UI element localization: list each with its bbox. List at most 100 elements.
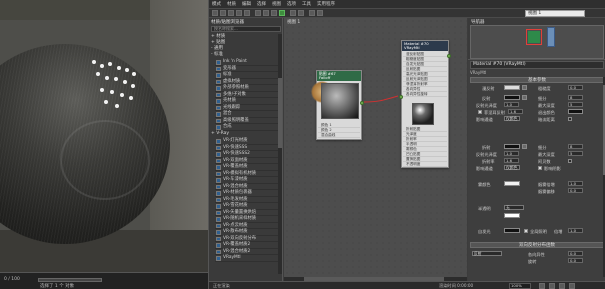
sphere-dot	[114, 77, 118, 81]
reflect-map-button[interactable]	[522, 95, 527, 100]
sphere-dot	[104, 100, 108, 104]
menu-material[interactable]: 材质	[227, 1, 236, 7]
dim-distance-checkbox[interactable]	[568, 117, 572, 121]
fresnel-checkbox[interactable]	[478, 110, 482, 114]
menu-select[interactable]: 选择	[257, 1, 266, 7]
fog-bias-spinner[interactable]: 0.0	[568, 188, 583, 193]
translucent-dropdown[interactable]: 无	[504, 205, 524, 210]
fog-color-swatch[interactable]	[504, 181, 520, 186]
hide-unused-icon[interactable]	[263, 10, 269, 16]
fog-color-label: 雾颜色	[478, 182, 491, 187]
material-map-navigator-icon[interactable]	[309, 10, 315, 16]
menu-edit[interactable]: 编辑	[242, 1, 251, 7]
group-standard[interactable]: - 标准	[211, 52, 281, 58]
anisotropy-spinner[interactable]: 0.0	[568, 251, 583, 256]
menu-mode[interactable]: 模式	[212, 1, 221, 7]
parameter-editor-icon[interactable]	[317, 10, 323, 16]
select-tool-icon[interactable]	[212, 10, 218, 16]
show-map-icon[interactable]	[271, 10, 277, 16]
vraymtl-preview	[412, 103, 434, 125]
material-item[interactable]: VRayMtl	[215, 255, 281, 262]
put-to-scene-icon[interactable]	[228, 10, 234, 16]
self-illum-color-swatch[interactable]	[504, 228, 520, 233]
refract-gloss-spinner[interactable]: 1.0	[504, 151, 519, 156]
menu-options[interactable]: 选项	[287, 1, 296, 7]
self-illum-multiplier-spinner[interactable]: 1.0	[568, 228, 583, 233]
zoom-extents-icon[interactable]	[559, 283, 565, 289]
menu-tools[interactable]: 工具	[302, 1, 311, 7]
vraymtl-output-socket[interactable]	[447, 54, 451, 58]
node-slot[interactable]: 各向异性旋转	[403, 92, 447, 97]
material-name-field[interactable]: Material #70 (VRayMtl)	[470, 61, 604, 69]
node-slot[interactable]: 不透明度	[403, 162, 447, 167]
sphere-dot	[100, 64, 104, 68]
subdivs-spinner[interactable]: 8	[568, 95, 583, 100]
vraymtl-node[interactable]: Material #70 VRayMtl 漫反射贴图 粗糙度贴图 自发光贴图 反…	[399, 40, 451, 168]
rotation-spinner[interactable]: 0.0	[568, 258, 583, 263]
group-vray[interactable]: + V-Ray	[211, 131, 281, 137]
pick-material-icon[interactable]	[220, 10, 226, 16]
affect-shadows-checkbox[interactable]	[538, 166, 542, 170]
sphere-dot	[132, 72, 136, 76]
material-swatch-icon	[216, 118, 221, 123]
node-view[interactable]: 视图 1 贴图 #67 Falloff 颜色 1 颜色 2 混合曲线 Mater…	[284, 18, 467, 281]
status-text: 正在渲染	[213, 283, 230, 288]
diffuse-map-button[interactable]	[522, 85, 527, 90]
basic-params-rollout[interactable]: 基本参数	[470, 77, 604, 83]
material-swatch-icon	[216, 230, 221, 235]
navigator-viewport-frame[interactable]	[526, 29, 542, 45]
refract-color-swatch[interactable]	[504, 144, 520, 149]
max-depth-label: 最大深度	[538, 103, 555, 108]
browser-scrollbar[interactable]	[278, 34, 282, 274]
sphere-dot	[123, 80, 127, 84]
navigator-panel[interactable]: 导航器	[468, 18, 605, 60]
brdf-rollout[interactable]: 双向反射分布函数	[470, 242, 604, 248]
affect-channels-dropdown[interactable]: 仅颜色	[504, 116, 520, 121]
fog-bias-label: 烟雾偏移	[538, 189, 555, 194]
assign-material-icon[interactable]	[236, 10, 242, 16]
translucent-color-swatch[interactable]	[504, 213, 520, 218]
material-item[interactable]: 合成	[215, 124, 281, 131]
refract-depth-spinner[interactable]: 5	[568, 151, 583, 156]
fresnel-ior-spinner[interactable]: 1.6	[508, 109, 523, 114]
refract-map-button[interactable]	[522, 144, 527, 149]
timeline-slider[interactable]	[38, 278, 102, 282]
menu-view[interactable]: 视图	[272, 1, 281, 7]
vraymtl-node-header[interactable]: Material #70 VRayMtl	[402, 41, 448, 51]
diffuse-color-swatch[interactable]	[504, 85, 520, 90]
gi-checkbox[interactable]	[524, 229, 528, 233]
material-swatch-icon	[216, 79, 221, 84]
brdf-type-dropdown[interactable]: 反射	[472, 251, 502, 256]
toolbar: 视图 1	[209, 9, 605, 18]
zoom-icon[interactable]	[549, 283, 555, 289]
maximize-icon[interactable]	[569, 283, 575, 289]
abbe-checkbox[interactable]	[568, 159, 572, 163]
reflect-color-swatch[interactable]	[504, 95, 520, 100]
exit-color-swatch[interactable]	[568, 109, 583, 114]
zoom-field[interactable]: 100%	[509, 283, 531, 289]
material-swatch-icon	[216, 204, 221, 209]
move-children-icon[interactable]	[255, 10, 261, 16]
show-shaded-material-icon[interactable]	[279, 10, 285, 16]
refract-subdivs-spinner[interactable]: 8	[568, 144, 583, 149]
vraymtl-input-socket[interactable]	[399, 95, 403, 99]
abbe-label: 阿贝数	[538, 159, 551, 164]
browser-title: 材质/贴图浏览器	[211, 20, 245, 25]
sphere-dot	[100, 88, 104, 92]
max-depth-spinner[interactable]: 5	[568, 102, 583, 107]
sphere-dot	[105, 76, 109, 80]
menu-utilities[interactable]: 实用程序	[317, 1, 335, 7]
browser-search-input[interactable]: 按名称搜索...	[211, 26, 281, 32]
view-selector[interactable]: 视图 1	[525, 10, 585, 17]
fog-multiplier-spinner[interactable]: 1.0	[568, 181, 583, 186]
ior-spinner[interactable]: 1.6	[504, 158, 519, 163]
layout-children-icon[interactable]	[298, 10, 304, 16]
roughness-spinner[interactable]: 0.0	[568, 85, 583, 90]
pan-icon[interactable]	[539, 283, 545, 289]
layout-all-icon[interactable]	[290, 10, 296, 16]
browser-scroll-thumb[interactable]	[278, 78, 282, 148]
render-viewport[interactable]	[0, 0, 210, 272]
gloss-spinner[interactable]: 1.0	[504, 102, 519, 107]
refract-channels-dropdown[interactable]: 仅颜色	[504, 165, 520, 170]
delete-icon[interactable]	[244, 10, 250, 16]
